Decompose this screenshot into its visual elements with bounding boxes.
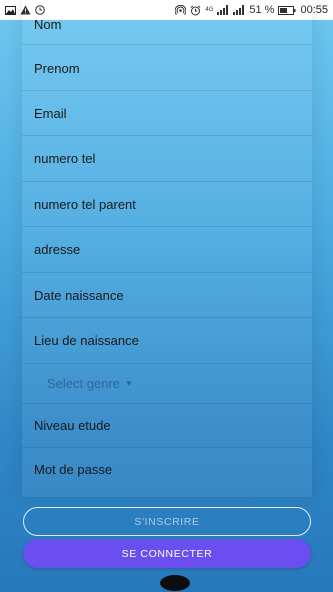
niveau-etude-input[interactable]: Niveau etude (22, 404, 312, 448)
numero-tel-parent-label: numero tel parent (34, 196, 136, 212)
home-indicator[interactable] (160, 575, 190, 591)
email-input[interactable]: Email (22, 91, 312, 136)
niveau-etude-label: Niveau etude (34, 418, 111, 433)
prenom-input[interactable]: Prenom (22, 46, 312, 91)
inscrire-button[interactable]: S'INSCRIRE (23, 507, 311, 536)
lieu-naissance-input[interactable]: Lieu de naissance (22, 318, 312, 364)
lieu-naissance-label: Lieu de naissance (34, 333, 139, 348)
caret-down-icon: ▼ (125, 379, 133, 388)
signup-form: Nom Prenom Email numero tel numero tel p… (22, 0, 312, 497)
date-naissance-label: Date naissance (34, 287, 124, 303)
numero-tel-parent-input[interactable]: numero tel parent (22, 182, 312, 227)
genre-select-placeholder: Select genre (47, 376, 120, 391)
date-naissance-input[interactable]: Date naissance (22, 273, 312, 318)
mot-de-passe-input[interactable]: Mot de passe (22, 448, 312, 490)
adresse-label: adresse (34, 242, 81, 257)
nom-label: Nom (34, 16, 62, 32)
nom-input[interactable]: Nom (22, 16, 312, 45)
prenom-label: Prenom (34, 60, 80, 76)
numero-tel-input[interactable]: numero tel (22, 136, 312, 182)
genre-select[interactable]: Select genre ▼ (22, 364, 312, 404)
mot-de-passe-label: Mot de passe (34, 461, 113, 477)
adresse-input[interactable]: adresse (22, 227, 312, 273)
email-label: Email (34, 105, 67, 121)
numero-tel-label: numero tel (34, 151, 96, 166)
connecter-button[interactable]: SE CONNECTER (23, 539, 311, 568)
image-icon (5, 5, 16, 15)
